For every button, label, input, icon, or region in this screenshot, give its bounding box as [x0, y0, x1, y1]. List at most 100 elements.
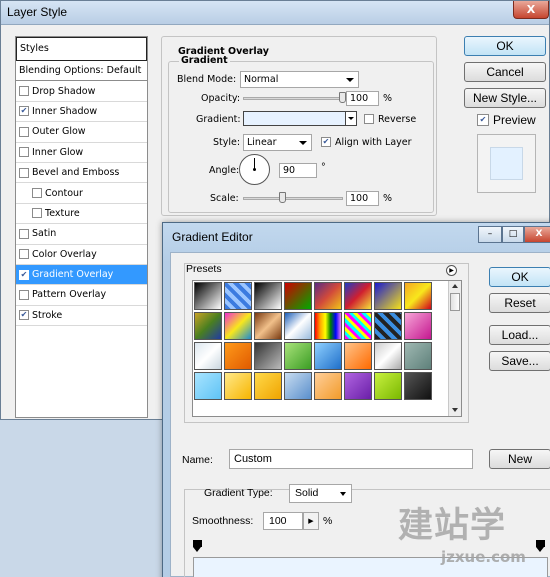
- preset-swatch[interactable]: [224, 282, 252, 310]
- gradient-editor-title: Gradient Editor: [172, 230, 253, 244]
- preset-swatch[interactable]: [194, 282, 222, 310]
- style-item[interactable]: Drop Shadow: [16, 81, 147, 102]
- preset-swatch[interactable]: [374, 312, 402, 340]
- maximize-icon[interactable]: □: [502, 226, 524, 243]
- style-item[interactable]: Inner Glow: [16, 143, 147, 163]
- style-checkbox[interactable]: [32, 188, 42, 199]
- blend-mode-dropdown[interactable]: Normal: [240, 71, 359, 88]
- scroll-up-icon[interactable]: [452, 284, 458, 288]
- opacity-slider-thumb[interactable]: [339, 92, 346, 103]
- style-checkbox[interactable]: ✔: [19, 106, 29, 117]
- style-item[interactable]: Contour: [16, 183, 147, 204]
- preset-swatch[interactable]: [284, 342, 312, 370]
- preset-swatch[interactable]: [404, 312, 432, 340]
- preset-swatch[interactable]: [284, 372, 312, 400]
- close-icon[interactable]: X: [513, 1, 549, 19]
- preset-swatch[interactable]: [344, 282, 372, 310]
- editor-ok-button[interactable]: OK: [489, 267, 550, 287]
- style-item[interactable]: Pattern Overlay: [16, 285, 147, 306]
- opacity-slider-track[interactable]: [243, 97, 343, 100]
- preset-swatch[interactable]: [224, 372, 252, 400]
- preset-swatch[interactable]: [224, 312, 252, 340]
- scroll-thumb[interactable]: [450, 293, 460, 311]
- save-button[interactable]: Save...: [489, 351, 550, 371]
- style-checkbox[interactable]: [19, 147, 29, 158]
- preset-swatch[interactable]: [404, 282, 432, 310]
- styles-header[interactable]: Styles: [16, 37, 147, 61]
- style-dropdown[interactable]: Linear: [243, 134, 312, 151]
- preset-swatch[interactable]: [254, 372, 282, 400]
- opacity-input[interactable]: 100: [346, 91, 379, 106]
- opacity-stop-right[interactable]: [536, 540, 545, 552]
- cancel-button[interactable]: Cancel: [464, 62, 546, 82]
- preset-swatch[interactable]: [314, 282, 342, 310]
- preset-swatch[interactable]: [374, 372, 402, 400]
- style-item[interactable]: Bevel and Emboss: [16, 163, 147, 184]
- preset-swatch[interactable]: [344, 342, 372, 370]
- preset-swatch[interactable]: [374, 342, 402, 370]
- preset-swatch[interactable]: [374, 282, 402, 310]
- angle-input[interactable]: 90: [279, 163, 317, 178]
- preset-swatch[interactable]: [254, 282, 282, 310]
- style-checkbox[interactable]: [19, 228, 29, 239]
- gradient-swatch[interactable]: [243, 111, 346, 126]
- presets-label: Presets: [186, 263, 222, 275]
- scale-slider-track[interactable]: [243, 197, 343, 200]
- preset-scrollbar[interactable]: [448, 281, 461, 416]
- style-item[interactable]: Texture: [16, 204, 147, 225]
- presets-menu-icon[interactable]: ▶: [446, 265, 457, 276]
- scale-input[interactable]: 100: [346, 191, 379, 206]
- opacity-stop-left[interactable]: [193, 540, 202, 552]
- style-item[interactable]: Outer Glow: [16, 122, 147, 143]
- preset-swatch[interactable]: [284, 282, 312, 310]
- preset-swatch[interactable]: [404, 372, 432, 400]
- watermark-domain: jzxue.com: [441, 548, 526, 566]
- gradient-picker-button[interactable]: [345, 111, 357, 126]
- style-item[interactable]: Satin: [16, 224, 147, 245]
- ok-button[interactable]: OK: [464, 36, 546, 56]
- smoothness-input[interactable]: 100: [263, 512, 303, 530]
- smoothness-arrow-icon[interactable]: ▶: [303, 512, 319, 530]
- name-input[interactable]: Custom: [229, 449, 473, 469]
- scale-slider-thumb[interactable]: [279, 192, 286, 203]
- preset-swatch[interactable]: [404, 342, 432, 370]
- preset-swatch[interactable]: [314, 372, 342, 400]
- layer-style-titlebar[interactable]: Layer Style X: [1, 1, 549, 25]
- close-icon[interactable]: X: [524, 226, 550, 243]
- style-checkbox[interactable]: [19, 86, 29, 97]
- style-checkbox[interactable]: [32, 208, 42, 219]
- reset-button[interactable]: Reset: [489, 293, 550, 313]
- preset-swatch[interactable]: [254, 342, 282, 370]
- style-item[interactable]: Blending Options: Default: [16, 61, 147, 82]
- preset-swatch[interactable]: [314, 312, 342, 340]
- new-style-button[interactable]: New Style...: [464, 88, 546, 108]
- style-item[interactable]: Color Overlay: [16, 245, 147, 265]
- style-checkbox[interactable]: ✔: [19, 269, 29, 280]
- preset-swatch[interactable]: [194, 342, 222, 370]
- preset-swatch[interactable]: [284, 312, 312, 340]
- load-button[interactable]: Load...: [489, 325, 550, 345]
- preset-swatch[interactable]: [194, 312, 222, 340]
- style-item[interactable]: ✔ Inner Shadow: [16, 102, 147, 123]
- preset-swatch[interactable]: [194, 372, 222, 400]
- align-with-layer-checkbox[interactable]: ✔: [321, 137, 331, 147]
- minimize-icon[interactable]: –: [478, 226, 502, 243]
- style-item[interactable]: ✔ Gradient Overlay: [16, 264, 147, 286]
- gradient-type-dropdown[interactable]: Solid: [289, 484, 352, 503]
- preset-swatch[interactable]: [344, 312, 372, 340]
- new-gradient-button[interactable]: New: [489, 449, 550, 469]
- style-checkbox[interactable]: [19, 167, 29, 178]
- style-checkbox[interactable]: [19, 126, 29, 137]
- style-checkbox[interactable]: ✔: [19, 310, 29, 321]
- angle-dial[interactable]: [239, 154, 270, 185]
- style-checkbox[interactable]: [19, 289, 29, 300]
- preview-checkbox[interactable]: ✔: [477, 114, 489, 126]
- preset-swatch[interactable]: [254, 312, 282, 340]
- preset-swatch[interactable]: [224, 342, 252, 370]
- style-checkbox[interactable]: [19, 249, 29, 260]
- preset-swatch[interactable]: [314, 342, 342, 370]
- scroll-down-icon[interactable]: [452, 408, 458, 412]
- preset-swatch[interactable]: [344, 372, 372, 400]
- style-item[interactable]: ✔ Stroke: [16, 306, 147, 327]
- reverse-checkbox[interactable]: [364, 114, 374, 124]
